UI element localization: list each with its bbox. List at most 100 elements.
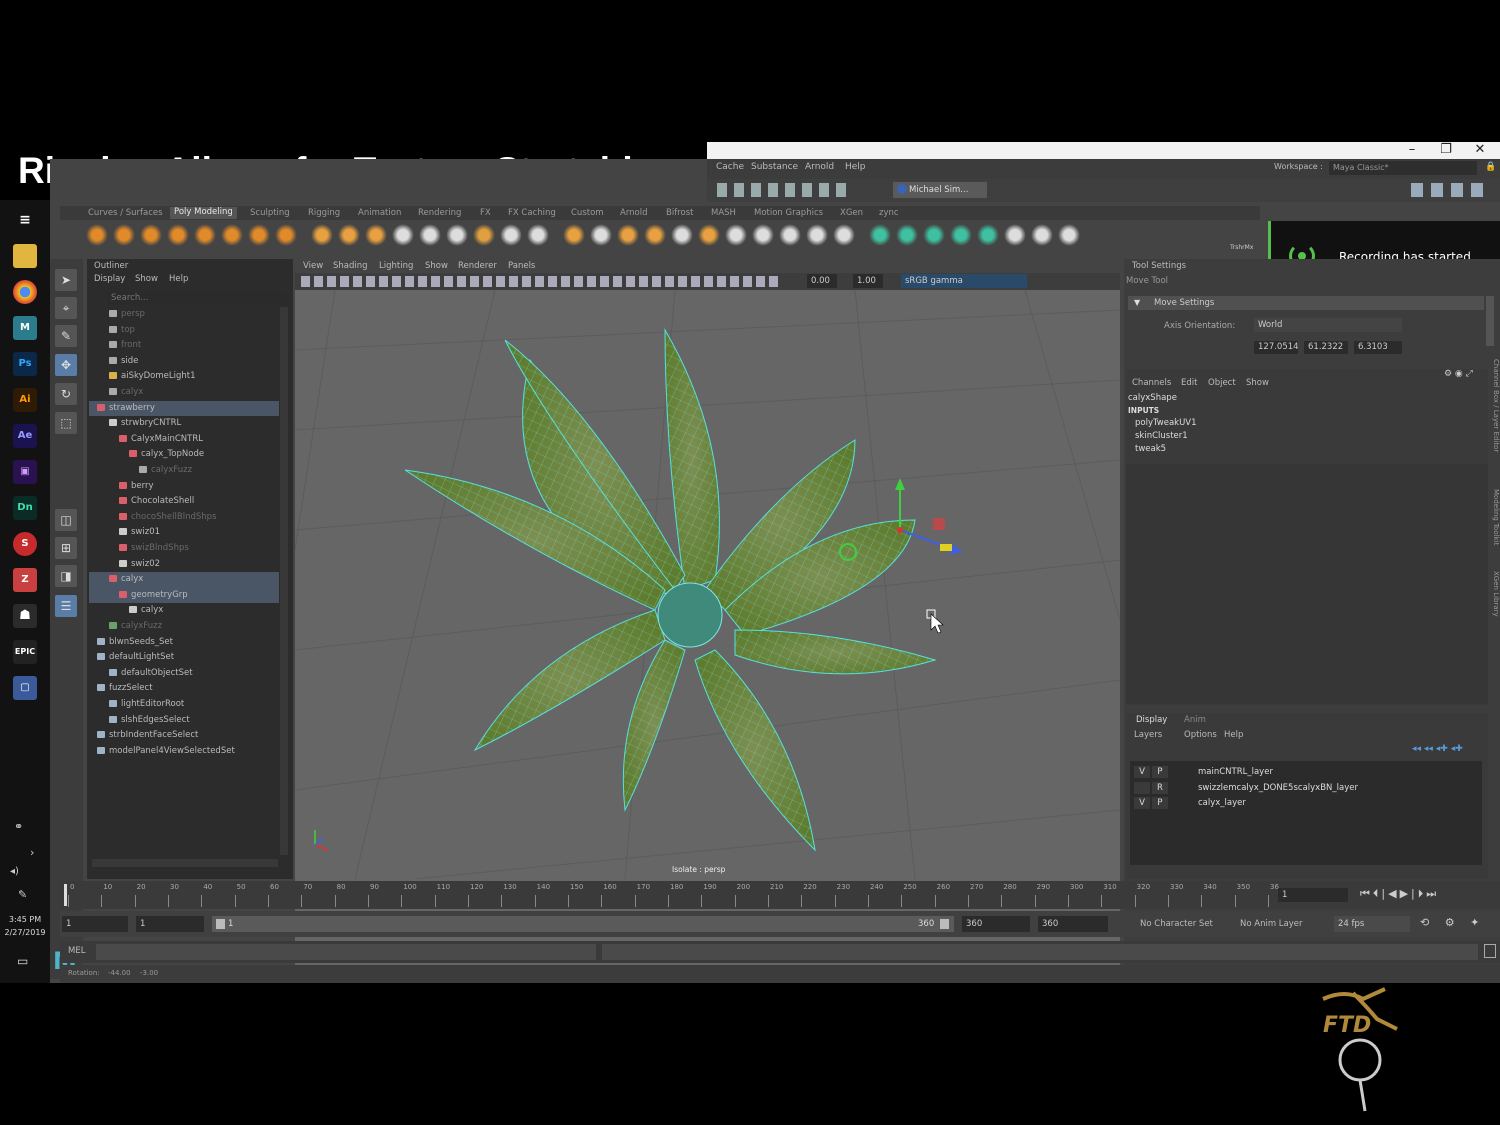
coord-z-field[interactable]: 6.3103	[1354, 341, 1402, 354]
outliner-row[interactable]: calyxFuzz	[89, 619, 279, 635]
shelf-tab-mash[interactable]: MASH	[711, 208, 736, 218]
layer-menu-layers[interactable]: Layers	[1134, 730, 1162, 740]
chrome-icon[interactable]	[13, 280, 37, 304]
layer-row[interactable]: Rswizzlemcalyx_DONE5scalyxBN_layer	[1134, 781, 1474, 795]
premiere-icon[interactable]: ▣	[13, 460, 37, 484]
layer-visibility-toggle[interactable]: V	[1134, 797, 1150, 810]
shelf-tool-icon[interactable]	[590, 224, 612, 246]
monitor-icon[interactable]: ▢	[13, 676, 37, 700]
shelf-tool-icon[interactable]	[500, 224, 522, 246]
viewport-toolbar-icons[interactable]	[301, 276, 781, 287]
outliner-row[interactable]: berry	[89, 479, 279, 495]
loop-icons[interactable]: ⟲ ⚙ ✦	[1420, 916, 1485, 929]
outliner-menu-display[interactable]: Display	[94, 274, 125, 284]
outliner-row[interactable]: swiz02	[89, 557, 279, 573]
shelf-tool-icon[interactable]	[617, 224, 639, 246]
playback-end-field[interactable]: 360	[962, 916, 1030, 932]
dimension-icon[interactable]: Dn	[13, 496, 37, 520]
outliner-hscrollbar[interactable]	[92, 859, 278, 867]
shelf-tool-icon[interactable]	[752, 224, 774, 246]
axis-orientation-select[interactable]: World	[1254, 318, 1402, 332]
channelbox-menu-object[interactable]: Object	[1208, 378, 1236, 388]
outliner-row[interactable]: geometryGrp	[89, 587, 279, 604]
shelf-tab-custom[interactable]: Custom	[571, 208, 604, 218]
shelf-tool-icon[interactable]	[248, 224, 270, 246]
outliner-row[interactable]: strwbryCNTRL	[89, 416, 279, 432]
viewport-menu-panels[interactable]: Panels	[508, 261, 535, 271]
input-node-3[interactable]: tweak5	[1135, 444, 1166, 454]
shelf-tab-rigging[interactable]: Rigging	[308, 208, 340, 218]
outliner-scrollbar[interactable]	[280, 307, 288, 855]
outliner-row[interactable]: calyx	[89, 572, 279, 588]
anim-layer-select[interactable]: No Anim Layer	[1240, 919, 1303, 929]
input-node-2[interactable]: skinCluster1	[1135, 431, 1188, 441]
current-frame-field[interactable]: 1	[1278, 888, 1348, 902]
range-end-handle[interactable]	[940, 919, 949, 929]
viewport-menu-show[interactable]: Show	[425, 261, 448, 271]
shelf-tab-animation[interactable]: Animation	[358, 208, 401, 218]
statusline-icons[interactable]	[717, 183, 847, 197]
animation-end-field[interactable]: 360	[1038, 916, 1108, 932]
menu-help[interactable]: Help	[845, 162, 866, 172]
current-time-marker[interactable]	[64, 884, 67, 906]
fps-select[interactable]: 24 fps	[1334, 916, 1410, 932]
outliner-row[interactable]: lightEditorRoot	[89, 697, 279, 713]
shelf-tool-icon[interactable]	[194, 224, 216, 246]
four-view-icon[interactable]: ⊞	[55, 537, 77, 559]
layer-playback-toggle[interactable]: P	[1152, 797, 1168, 810]
channelbox-menu-show[interactable]: Show	[1246, 378, 1269, 388]
input-node-1[interactable]: polyTweakUV1	[1135, 418, 1197, 428]
notification-icon[interactable]: ▭	[17, 954, 28, 968]
shelf-tool-icon[interactable]	[1031, 224, 1053, 246]
outliner-row[interactable]: defaultObjectSet	[89, 666, 279, 682]
shelf-tool-icon[interactable]	[698, 224, 720, 246]
coord-y-field[interactable]: 61.2322	[1304, 341, 1348, 354]
shelf-tool-icon[interactable]	[221, 224, 243, 246]
outliner-row[interactable]: fuzzSelect	[89, 681, 279, 697]
workspace-select[interactable]: Maya Classic*	[1329, 161, 1477, 175]
epic-icon[interactable]: EPIC	[13, 640, 37, 664]
shelf-tab-curves[interactable]: Curves / Surfaces	[88, 208, 163, 218]
shelf-tool-icon[interactable]	[311, 224, 333, 246]
range-start-handle[interactable]	[216, 919, 225, 929]
photoshop-icon[interactable]: Ps	[13, 352, 37, 376]
outliner-row[interactable]: calyxFuzz	[89, 463, 279, 479]
color-space-select[interactable]: sRGB gamma	[901, 274, 1027, 288]
viewport-menu-view[interactable]: View	[303, 261, 323, 271]
shelf-tool-icon[interactable]	[1004, 224, 1026, 246]
shelf-tool-icon[interactable]	[563, 224, 585, 246]
layer-menu-options[interactable]: Options	[1184, 730, 1217, 740]
shelf-tool-icon[interactable]	[338, 224, 360, 246]
layer-playback-toggle[interactable]: R	[1152, 781, 1168, 794]
shelf-tool-icon[interactable]	[419, 224, 441, 246]
shelf-tool-icon[interactable]	[167, 224, 189, 246]
outliner-row[interactable]: ChocolateShell	[89, 494, 279, 510]
outliner-row[interactable]: persp	[89, 307, 279, 323]
time-slider[interactable]: 0 10 20 30 40 50 60 70 80 90 100 110 120 130 140 150 160…	[60, 881, 1500, 909]
shelf-tool-icon[interactable]	[833, 224, 855, 246]
folder-icon[interactable]	[13, 244, 37, 268]
layer-tab-anim[interactable]: Anim	[1184, 715, 1206, 725]
script-editor-icon[interactable]	[1484, 944, 1496, 958]
outliner-row[interactable]: front	[89, 338, 279, 354]
tool-settings-scrollbar[interactable]	[1486, 296, 1494, 346]
shelf-tab-fx-caching[interactable]: FX Caching	[508, 208, 556, 218]
panel-toggle-icons[interactable]	[1411, 183, 1491, 197]
layer-playback-toggle[interactable]: P	[1152, 766, 1168, 778]
maximize-button[interactable]: ❐	[1429, 142, 1463, 159]
channelbox-icons[interactable]: ⚙ ◉ ⤢	[1444, 369, 1473, 379]
shelf-tool-icon[interactable]	[140, 224, 162, 246]
layer-menu-help[interactable]: Help	[1224, 730, 1243, 740]
shelf-tool-icon[interactable]	[473, 224, 495, 246]
shelf-tool-icon[interactable]	[671, 224, 693, 246]
shelf-tool-icon[interactable]	[446, 224, 468, 246]
layer-visibility-toggle[interactable]: V	[1134, 766, 1150, 778]
shelf-tab-sculpting[interactable]: Sculpting	[250, 208, 290, 218]
shelf-tab-arnold[interactable]: Arnold	[620, 208, 648, 218]
shelf-tool-icon[interactable]	[86, 224, 108, 246]
maya-icon[interactable]: M	[13, 316, 37, 340]
outliner-row[interactable]: chocoShellBlndShps	[89, 510, 279, 526]
scale-tool-icon[interactable]: ⬚	[55, 412, 77, 434]
character-set-select[interactable]: No Character Set	[1140, 919, 1213, 929]
character-icon[interactable]: ☗	[13, 604, 37, 628]
